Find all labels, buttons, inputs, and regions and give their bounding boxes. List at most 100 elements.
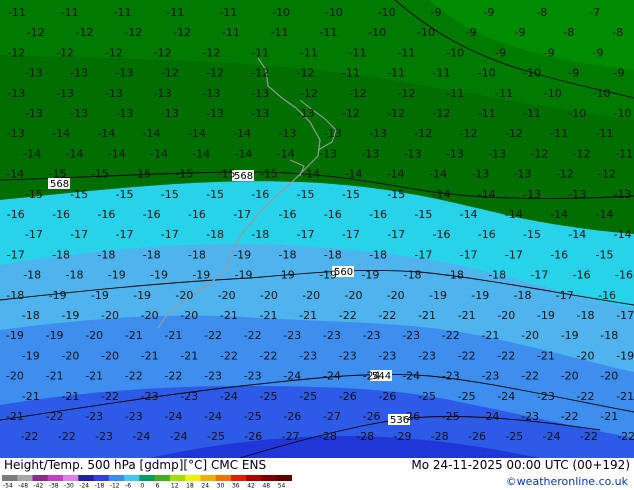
map-title: Height/Temp. 500 hPa [gdmp][°C] CMC ENS	[4, 458, 267, 472]
temperature-label: -23	[537, 390, 555, 403]
temperature-label: -10	[478, 67, 496, 80]
temperature-label: -16	[143, 208, 161, 221]
temperature-label: -18	[206, 228, 224, 241]
temperature-label: -23	[204, 370, 222, 383]
temperature-label: -21	[164, 329, 182, 342]
temperature-label: -10	[544, 87, 562, 100]
temperature-label: -17	[116, 228, 134, 241]
temperature-label: -19	[22, 349, 40, 362]
temperature-label: -22	[260, 349, 278, 362]
temperature-label: -14	[66, 147, 84, 160]
temperature-label: -21	[6, 410, 24, 423]
temperature-label: -11	[8, 6, 26, 19]
temperature-label: -14	[550, 208, 568, 221]
colorbar-swatch	[169, 475, 186, 481]
temperature-label: -18	[251, 228, 269, 241]
temperature-label: -21	[85, 370, 103, 383]
temperature-label: -15	[596, 248, 614, 261]
temperature-label: -19	[192, 269, 210, 282]
temperature-label: -23	[95, 430, 113, 443]
temperature-label: -15	[414, 208, 432, 221]
temperature-label: -11	[166, 6, 184, 19]
temperature-label: -22	[577, 390, 595, 403]
temperature-label: -23	[378, 349, 396, 362]
temperature-label: -11	[615, 147, 633, 160]
temperature-label: -17	[70, 228, 88, 241]
temperature-label: -17	[25, 228, 43, 241]
temperature-label: -19	[361, 269, 379, 282]
temperature-label: -12	[56, 46, 74, 59]
temperature-label: -13	[70, 67, 88, 80]
temperature-label: -10	[523, 67, 541, 80]
colorbar-tick-label: -12	[110, 483, 120, 489]
temperature-label: -18	[143, 248, 161, 261]
temperature-label: -19	[46, 329, 64, 342]
temperature-label: -20	[175, 289, 193, 302]
temperature-label: -12	[300, 87, 318, 100]
temperature-label: -23	[442, 370, 460, 383]
temperature-label: -19	[319, 269, 337, 282]
colorbar-tick-label: -18	[95, 483, 105, 489]
colorbar-swatch	[246, 475, 262, 481]
temperature-label: -13	[25, 67, 43, 80]
temperature-label: -16	[251, 188, 269, 201]
temperature-label: -10	[272, 6, 290, 19]
temperature-label: -19	[277, 269, 295, 282]
temperature-label: -14	[505, 208, 523, 221]
temperature-label: -17	[342, 228, 360, 241]
colorbar-tick-label: 6	[156, 483, 160, 489]
temperature-label: -23	[481, 370, 499, 383]
temperature-label: -14	[302, 168, 320, 181]
temperature-label: -19	[91, 289, 109, 302]
temperature-label: -19	[49, 289, 67, 302]
temperature-label: -15	[49, 168, 67, 181]
temperature-label: -17	[387, 228, 405, 241]
colorbar-swatch	[2, 475, 18, 481]
temperature-label: -12	[556, 168, 574, 181]
temperature-label: -24	[204, 410, 222, 423]
temperature-label: -17	[297, 228, 315, 241]
temperature-label: -13	[361, 147, 379, 160]
temperature-label: -21	[418, 309, 436, 322]
temperature-label: -14	[387, 168, 405, 181]
temperature-label: -18	[188, 248, 206, 261]
temperature-label: -20	[600, 370, 618, 383]
map-valid-time: Mo 24-11-2025 00:00 UTC (00+192)	[411, 458, 630, 472]
temperature-label: -26	[378, 390, 396, 403]
temperature-label: -14	[478, 188, 496, 201]
temperature-label: -22	[244, 329, 262, 342]
temperature-label: -11	[446, 87, 464, 100]
temperature-label: -21	[481, 329, 499, 342]
temperature-label: -23	[521, 410, 539, 423]
temperature-label: -23	[299, 349, 317, 362]
temperature-label: -17	[7, 248, 25, 261]
temperature-label: -22	[561, 410, 579, 423]
temperature-label: -29	[394, 430, 412, 443]
colorbar-tick-label: -54	[3, 483, 13, 489]
temperature-label: -13	[56, 87, 74, 100]
temperature-label: -21	[537, 349, 555, 362]
temperature-label: -12	[598, 168, 616, 181]
temperature-label: -8	[563, 26, 574, 39]
temperature-label: -16	[279, 208, 297, 221]
temperature-label: -17	[233, 208, 251, 221]
temperature-label: -16	[324, 208, 342, 221]
temperature-label: -22	[125, 370, 143, 383]
temperature-label: -9	[466, 26, 477, 39]
temperature-label: -12	[105, 46, 123, 59]
colorbar-swatch	[154, 475, 171, 481]
colorbar-tick-label: -48	[18, 483, 28, 489]
temperature-label: -12	[398, 87, 416, 100]
copyright-link[interactable]: ©weatheronline.co.uk	[506, 475, 628, 488]
temperature-label: -20	[561, 370, 579, 383]
temperature-label: -9	[568, 67, 579, 80]
temperature-label: -16	[598, 289, 616, 302]
temperature-label: -21	[616, 390, 634, 403]
temperature-label: -23	[339, 349, 357, 362]
temperature-label: -12	[297, 67, 315, 80]
temperature-label: -17	[460, 248, 478, 261]
temperature-label: -20	[180, 309, 198, 322]
temperature-label: -26	[468, 430, 486, 443]
temperature-label: -13	[251, 87, 269, 100]
temperature-label: -26	[363, 410, 381, 423]
